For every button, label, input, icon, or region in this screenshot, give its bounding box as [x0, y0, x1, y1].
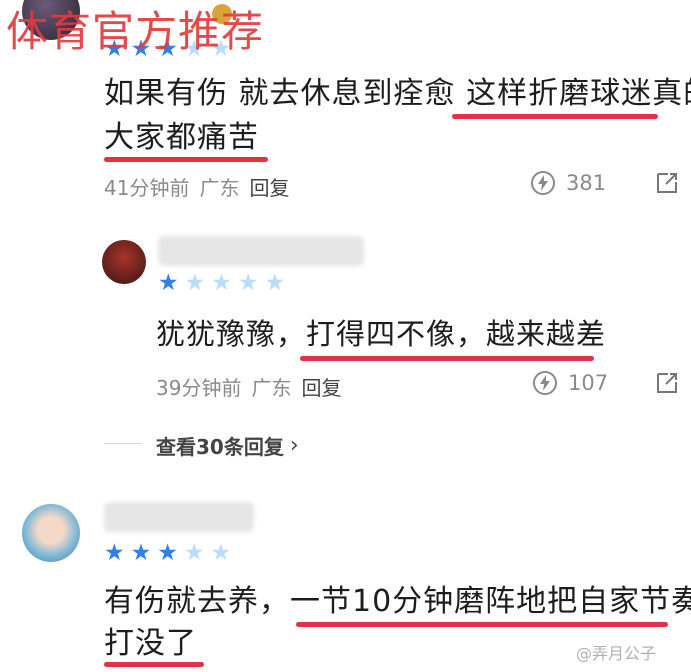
- star-icon: ★: [211, 270, 232, 296]
- avatar[interactable]: [102, 240, 146, 284]
- source-credit: @弄月公子: [576, 644, 657, 663]
- comment-text: 打没了: [104, 626, 197, 661]
- like-button[interactable]: 381: [530, 170, 606, 196]
- location: 广东: [251, 376, 292, 400]
- reply-button[interactable]: 回复: [249, 172, 289, 201]
- like-count: 107: [568, 371, 609, 395]
- location: 广东: [199, 176, 240, 200]
- username-redacted: [104, 502, 254, 532]
- like-count: 381: [566, 171, 607, 195]
- star-icon: ★: [183, 540, 205, 566]
- star-icon: ★: [184, 270, 206, 296]
- highlight-underline: [104, 662, 204, 667]
- share-icon[interactable]: [654, 370, 680, 402]
- avatar[interactable]: [22, 504, 80, 562]
- comment-text: 犹犹豫豫，打得四不像，越来越差: [156, 317, 607, 351]
- rating-stars: ★ ★ ★ ★ ★: [158, 272, 285, 295]
- star-icon: ★: [237, 270, 259, 296]
- comment-text: 如果有伤 就去休息到痊愈 这样折磨球迷真的: [104, 76, 691, 111]
- star-icon: ★: [210, 540, 232, 566]
- star-icon: ★: [158, 270, 179, 296]
- divider: [104, 443, 142, 444]
- star-icon: ★: [264, 270, 286, 296]
- star-icon: ★: [157, 540, 178, 566]
- comment-meta: 41分钟前 广东 回复: [104, 172, 289, 201]
- highlight-underline: [300, 356, 594, 361]
- comment-text: 大家都痛苦: [104, 120, 259, 155]
- reply-button[interactable]: 回复: [301, 372, 341, 401]
- username-redacted: [158, 236, 364, 266]
- star-icon: ★: [104, 540, 125, 566]
- rating-stars: ★ ★ ★ ★ ★: [104, 542, 231, 565]
- highlight-underline: [452, 114, 658, 119]
- star-icon: ★: [130, 540, 152, 566]
- chevron-right-icon: ›: [289, 433, 299, 458]
- timestamp: 39分钟前: [156, 376, 242, 400]
- highlight-underline: [296, 622, 668, 627]
- watermark-text: 体育官方推荐: [6, 7, 265, 56]
- timestamp: 41分钟前: [104, 176, 190, 200]
- comment-text: 有伤就去养，一节10分钟磨阵地把自家节奏: [104, 584, 691, 619]
- view-replies-label: 查看30条回复: [156, 435, 284, 459]
- view-replies-link[interactable]: 查看30条回复 ›: [156, 431, 299, 460]
- share-icon[interactable]: [654, 170, 680, 202]
- lightning-like-icon: [531, 171, 555, 195]
- lightning-like-icon: [533, 371, 557, 395]
- highlight-underline: [104, 157, 268, 162]
- comment-meta: 39分钟前 广东 回复: [156, 372, 341, 401]
- like-button[interactable]: 107: [532, 370, 608, 396]
